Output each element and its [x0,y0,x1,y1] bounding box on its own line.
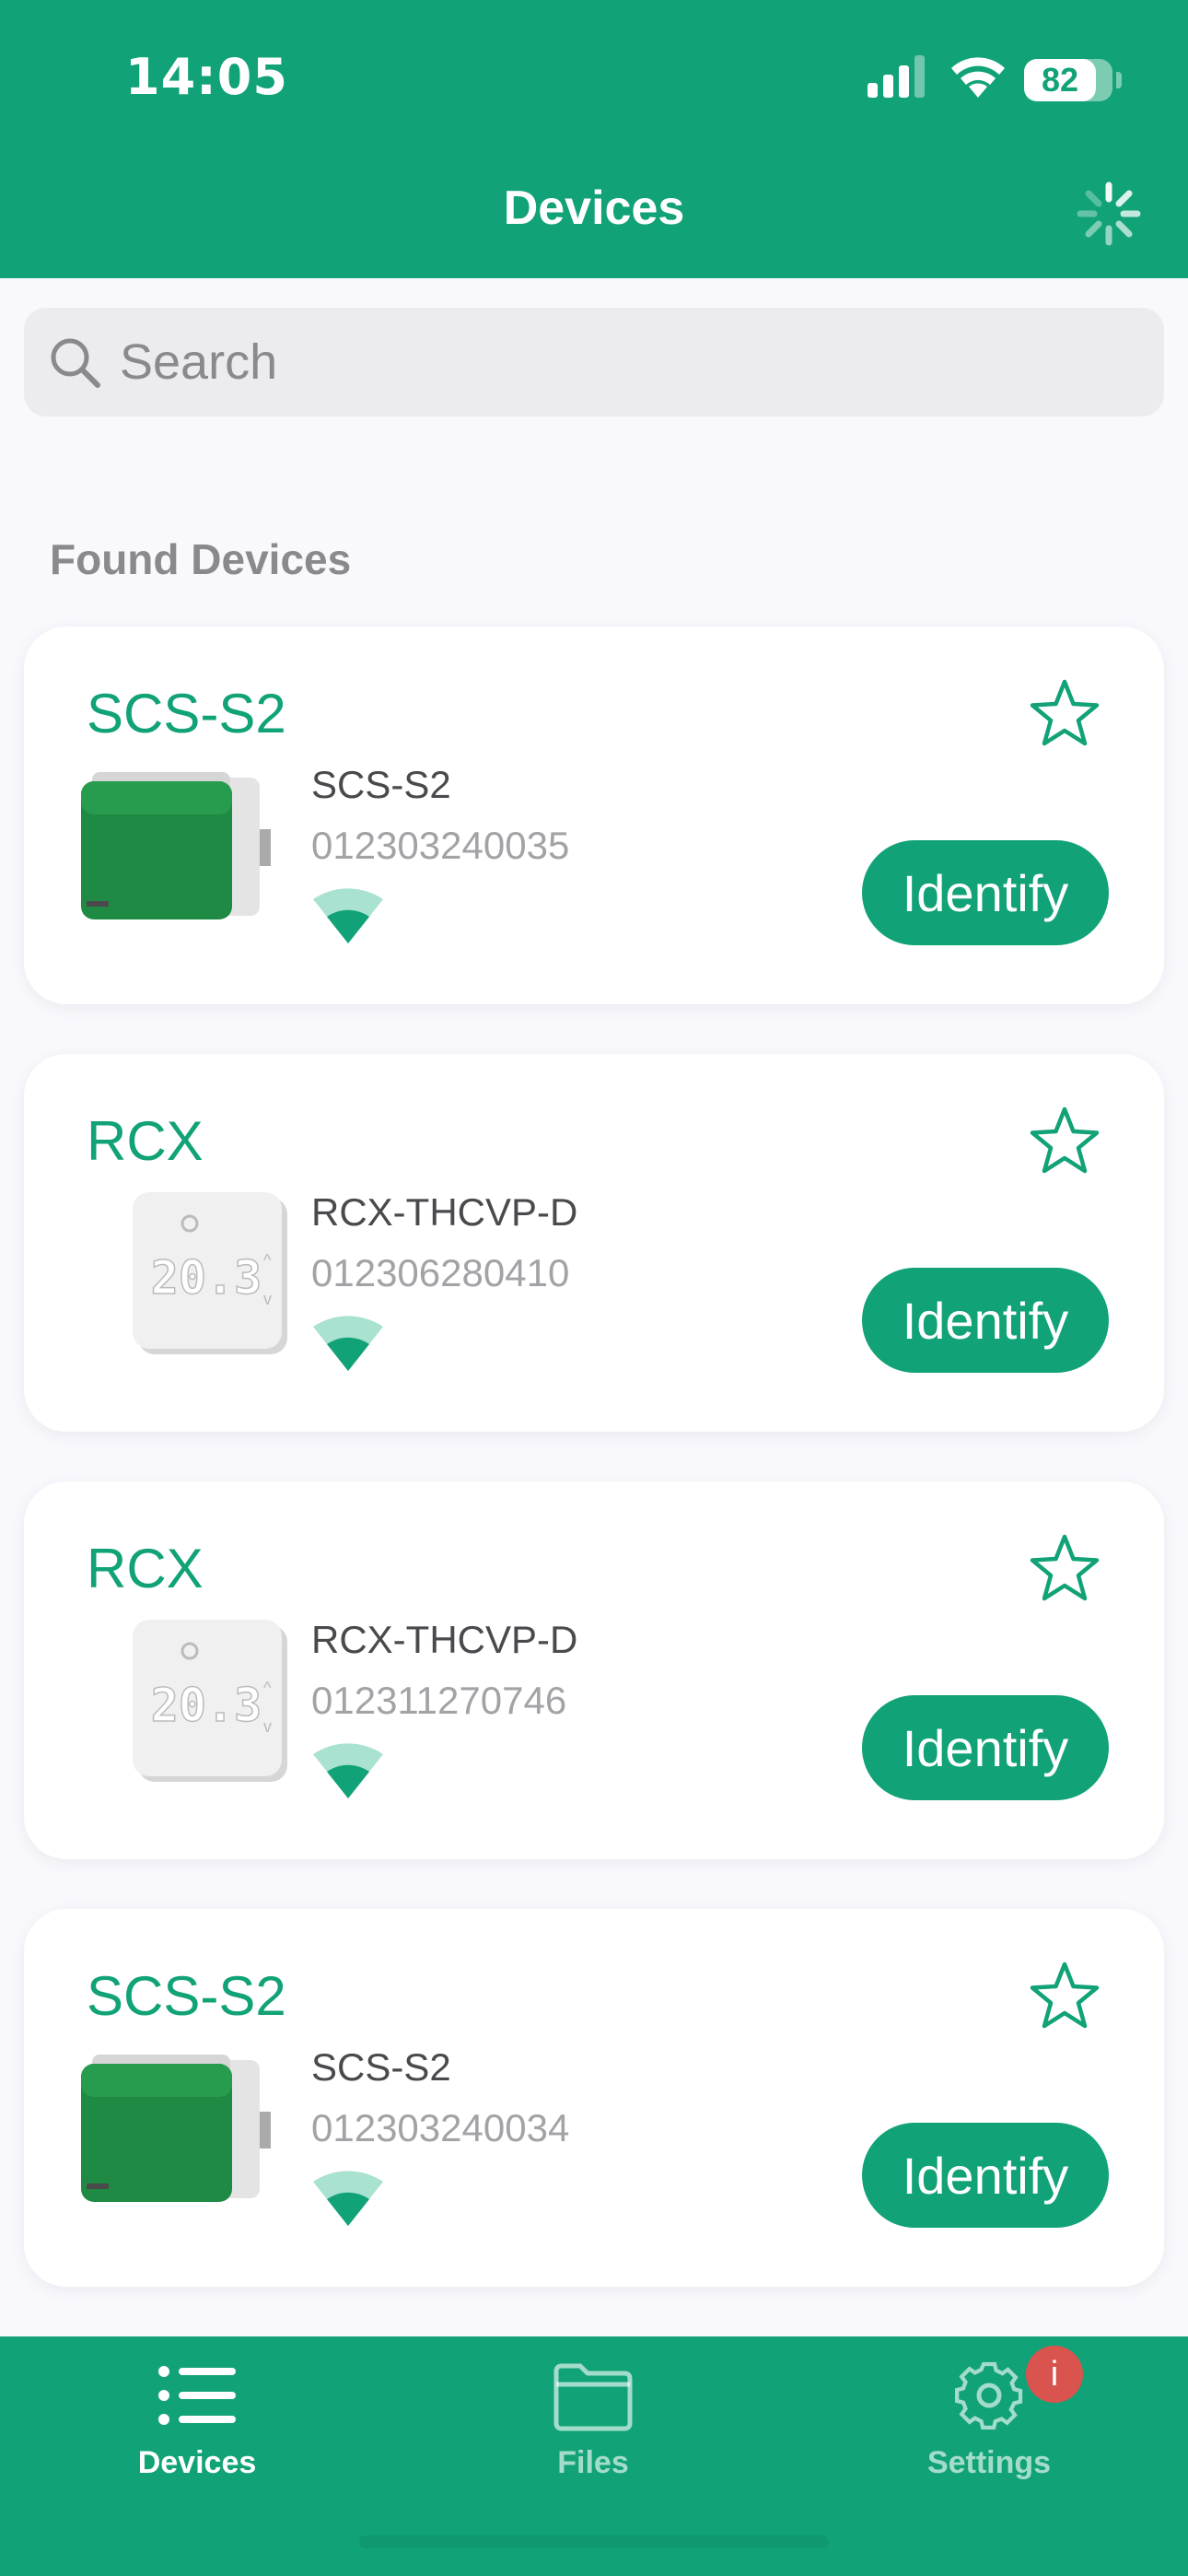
svg-text:v: v [263,1717,272,1736]
section-title: Found Devices [50,535,352,583]
device-card[interactable]: RCX 20.3 ^ v RCX-THCVP-D 012311270746 Id… [24,1481,1164,1859]
device-card[interactable]: SCS-S2 SCS-S2 012303240035 Identify [24,626,1164,1004]
actuator-box-image [81,2055,271,2202]
device-card[interactable]: RCX 20.3 ^ v RCX-THCVP-D 012306280410 Id… [24,1054,1164,1432]
device-model: RCX-THCVP-D [311,1618,578,1661]
device-serial: 012303240034 [311,2106,570,2149]
favorite-star-icon[interactable] [1028,1961,1101,2032]
folder-icon [553,2363,633,2431]
loading-spinner-icon [1077,181,1141,246]
signal-strength-icon [313,2171,383,2226]
header: 14:05 82 Devices [0,0,1188,278]
device-serial: 012306280410 [311,1251,570,1294]
list-icon [158,2366,236,2425]
thermostat-image: 20.3 ^ v [133,1192,287,1354]
status-time: 14:05 [125,48,288,106]
signal-strength-icon [313,888,383,943]
device-model: RCX-THCVP-D [311,1190,578,1234]
favorite-star-icon[interactable] [1028,1533,1101,1605]
battery-level: 82 [1041,61,1079,99]
svg-text:v: v [263,1290,272,1308]
tab-settings[interactable]: i Settings [851,2336,1127,2521]
tab-devices[interactable]: Devices [59,2336,335,2521]
device-name: RCX [87,1110,204,1172]
identify-button[interactable]: Identify [862,2123,1109,2228]
notification-badge: i [1026,2346,1083,2403]
gear-icon [955,2361,1023,2430]
search-input[interactable] [120,308,1133,416]
svg-text:^: ^ [263,1251,272,1270]
tab-files[interactable]: Files [455,2336,731,2521]
svg-text:20.3: 20.3 [151,1679,262,1732]
wifi-icon [951,57,1005,98]
favorite-star-icon[interactable] [1028,678,1101,750]
device-serial: 012303240035 [311,824,570,867]
device-model: SCS-S2 [311,763,451,806]
identify-button[interactable]: Identify [862,1695,1109,1800]
tab-label: Devices [137,2445,257,2480]
device-name: SCS-S2 [87,1965,286,2027]
tab-label: Files [557,2445,629,2480]
device-card[interactable]: SCS-S2 SCS-S2 012303240034 Identify [24,1909,1164,2287]
signal-strength-icon [313,1743,383,1798]
identify-button[interactable]: Identify [862,840,1109,945]
cellular-signal-icon [868,55,925,98]
actuator-box-image [81,772,271,919]
battery-icon: 82 [1024,59,1112,101]
device-serial: 012311270746 [311,1679,567,1722]
tab-label: Settings [926,2445,1052,2480]
device-name: RCX [87,1538,204,1599]
tab-bar: Devices Files i Settings [0,2336,1188,2576]
page-title: Devices [503,181,685,235]
search-bar[interactable] [24,308,1164,416]
svg-text:^: ^ [263,1679,272,1697]
thermostat-image: 20.3 ^ v [133,1620,287,1782]
identify-button[interactable]: Identify [862,1268,1109,1373]
favorite-star-icon[interactable] [1028,1106,1101,1177]
signal-strength-icon [313,1316,383,1371]
search-icon [51,338,100,388]
svg-text:20.3: 20.3 [151,1251,262,1305]
home-indicator [359,2535,829,2548]
device-name: SCS-S2 [87,683,286,744]
device-model: SCS-S2 [311,2045,451,2089]
